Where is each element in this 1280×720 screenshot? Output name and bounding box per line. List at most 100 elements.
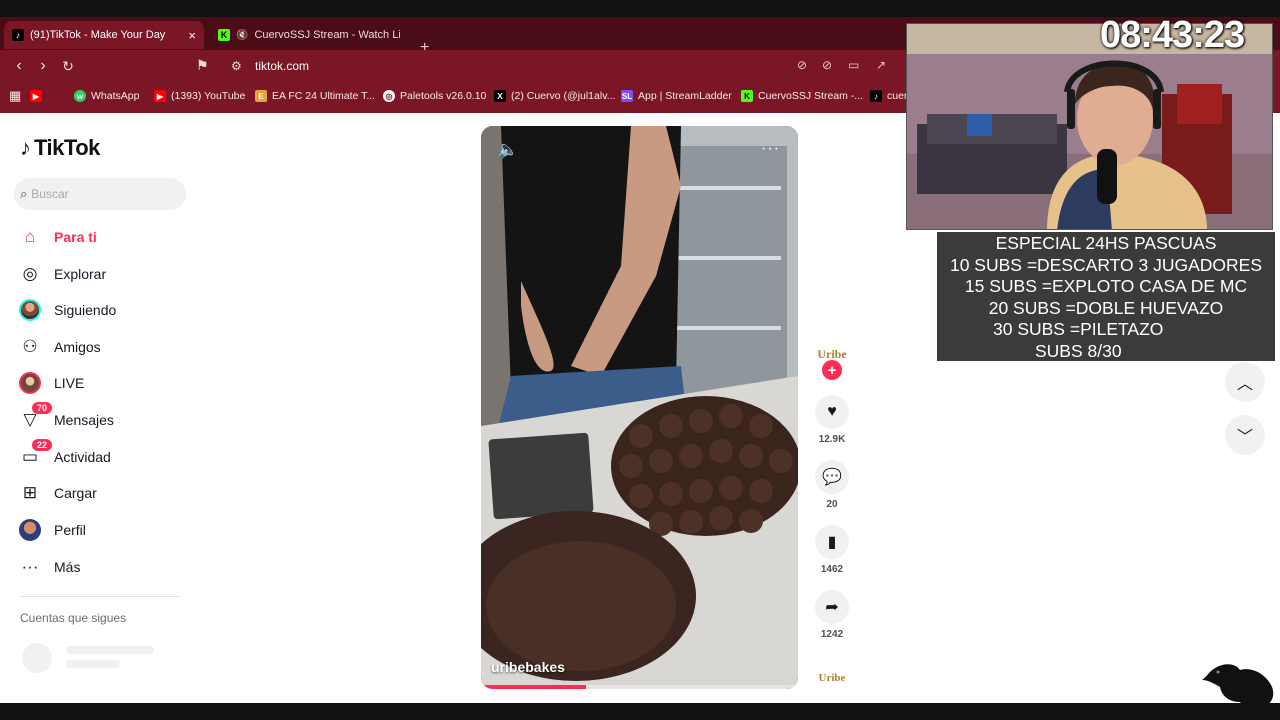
share-icon[interactable]: ↗ (876, 58, 886, 72)
bookmark-ea[interactable]: E EA FC 24 Ultimate T... (255, 90, 375, 102)
search-icon: ⌕ (20, 186, 28, 201)
follow-button[interactable]: + (822, 360, 842, 380)
more-options-icon[interactable]: ··· (761, 140, 780, 158)
bookmark-kick[interactable]: K CuervoSSJ Stream -... (741, 90, 863, 102)
compass-icon: ◎ (22, 264, 38, 283)
youtube-icon: ▶ (154, 90, 166, 102)
nav-label: Más (54, 559, 81, 575)
tab-label: CuervoSSJ Stream - Watch Live o (254, 29, 400, 41)
bookmark-paletools[interactable]: ◎ Paletools v26.0.10 (383, 90, 486, 102)
nav-para-ti[interactable]: ⌂ Para ti (18, 222, 97, 252)
kick-icon: K (218, 29, 230, 41)
muted-tab-icon[interactable]: 🔇 (236, 30, 248, 41)
site-info-icon[interactable]: ⚙ (231, 59, 242, 73)
skeleton-line (66, 646, 154, 654)
comment-icon[interactable]: 💬 (815, 460, 849, 494)
live-avatar-icon (18, 371, 42, 395)
activity-icon: ▭ 22 (18, 439, 52, 469)
video-player[interactable]: 🔈 ··· uribebakes (481, 126, 798, 689)
comment-count: 20 (826, 499, 838, 510)
goal-line: SUBS 8/30 (1035, 340, 1122, 361)
logo-text: TikTok (34, 135, 100, 160)
search-box[interactable]: ⌕ (14, 178, 186, 210)
mute-icon[interactable]: 🔈 (497, 140, 518, 160)
goal-line: 15 SUBS =EXPLOTO CASA DE MC (964, 276, 1248, 296)
url-field[interactable]: tiktok.com (255, 59, 309, 73)
like-count: 12.9K (818, 434, 846, 445)
nav-cargar[interactable]: ⊞ Cargar (18, 478, 97, 508)
bookmark-label: (1393) YouTube (171, 90, 246, 102)
heart-icon[interactable]: ♥ (815, 395, 849, 429)
bookmark-label: (2) Cuervo (@jul1alv... (511, 90, 616, 102)
bookmark-whatsapp[interactable]: w WhatsApp (74, 90, 139, 102)
whatsapp-icon: w (74, 90, 86, 102)
bookmark-label: CuervoSSJ Stream -... (758, 90, 864, 102)
divider (20, 596, 180, 597)
chevron-down-icon: ﹀ (1236, 429, 1253, 446)
back-icon[interactable]: ‹ (10, 57, 28, 75)
globe-icon: ◎ (383, 90, 395, 102)
bookmark-tiktok[interactable]: ♪ cuer (870, 90, 907, 102)
nav-siguiendo[interactable]: Siguiendo (18, 295, 116, 325)
nav-perfil[interactable]: Perfil (18, 515, 86, 545)
bookmark-icon[interactable]: ▮ (815, 525, 849, 559)
bottom-strip (0, 703, 1280, 720)
no-notify-icon[interactable]: ⊘ (822, 58, 832, 72)
like-action[interactable]: ♥ 12.9K (815, 395, 849, 445)
bookmark-label: Paletools v26.0.10 (400, 90, 487, 102)
nav-label: Perfil (54, 522, 86, 538)
nav-mensajes[interactable]: ▽ 70 Mensajes (18, 402, 114, 435)
tab-label: (91)TikTok - Make Your Day (30, 29, 166, 41)
bookmark-page-icon[interactable]: ⚑ (196, 57, 209, 74)
more-icon: ··· (21, 557, 39, 576)
nav-mas[interactable]: ··· Más (18, 552, 81, 582)
bookmark-label: WhatsApp (91, 90, 140, 102)
bookmark-label: cuer (887, 90, 908, 102)
forward-icon[interactable]: › (34, 57, 52, 75)
goal-line: ESPECIAL 24HS PASCUAS (995, 233, 1217, 253)
share-action[interactable]: ➦ 1242 (815, 590, 849, 640)
kick-icon: K (741, 90, 753, 102)
stream-clock: 08:43:23 (1100, 14, 1245, 56)
previous-video-button[interactable]: ︿ (1225, 362, 1265, 402)
nav-label: Para ti (54, 229, 97, 245)
tab-tiktok[interactable]: ♪ (91)TikTok - Make Your Day × (4, 21, 204, 49)
save-count: 1462 (820, 564, 844, 575)
music-disc[interactable]: Uribe (816, 662, 848, 694)
comment-action[interactable]: 💬 20 (815, 460, 849, 510)
messages-badge: 70 (31, 402, 52, 414)
tiktok-icon: ♪ (12, 29, 24, 41)
nav-label: LIVE (54, 375, 85, 391)
tiktok-logo[interactable]: ♪ TikTok (20, 135, 100, 161)
next-video-button[interactable]: ﹀ (1225, 415, 1265, 455)
apps-grid-icon[interactable]: ▦ (9, 88, 21, 104)
messages-icon: ▽ 70 (18, 402, 52, 432)
reload-icon[interactable]: ↻ (59, 58, 77, 75)
nav-label: Siguiendo (54, 302, 117, 318)
close-tab-icon[interactable]: × (188, 28, 196, 43)
activity-badge: 22 (31, 439, 52, 451)
bookmark-youtube[interactable]: ▶ (1393) YouTube (154, 90, 245, 102)
bookmark-x[interactable]: X (2) Cuervo (@jul1alv... (494, 90, 615, 102)
no-camera-icon[interactable]: ⊘ (797, 58, 807, 72)
goal-line: 30 SUBS =PILETAZO (993, 319, 1164, 339)
bookmark-streamladder[interactable]: SL App | StreamLadder (621, 90, 732, 102)
tiktok-icon: ♪ (20, 135, 31, 160)
tab-kick[interactable]: K 🔇 CuervoSSJ Stream - Watch Live o (210, 21, 400, 49)
video-progress-bar[interactable] (481, 685, 798, 689)
nav-actividad[interactable]: ▭ 22 Actividad (18, 439, 111, 472)
tiktok-icon: ♪ (870, 90, 882, 102)
home-icon: ⌂ (24, 227, 36, 246)
streamladder-icon: SL (621, 90, 633, 102)
nav-amigos[interactable]: ⚇ Amigos (18, 332, 100, 362)
cast-icon[interactable]: ▭ (848, 58, 859, 72)
top-strip (0, 0, 1280, 17)
search-input[interactable] (31, 187, 172, 201)
share-arrow-icon[interactable]: ➦ (815, 590, 849, 624)
nav-explorar[interactable]: ◎ Explorar (18, 259, 107, 289)
nav-live[interactable]: LIVE (18, 368, 84, 398)
video-author[interactable]: uribebakes (491, 659, 565, 675)
save-action[interactable]: ▮ 1462 (815, 525, 849, 575)
goal-line: 10 SUBS =DESCARTO 3 JUGADORES (949, 254, 1263, 275)
bookmark-youtube-small[interactable]: ▶ (30, 90, 42, 102)
